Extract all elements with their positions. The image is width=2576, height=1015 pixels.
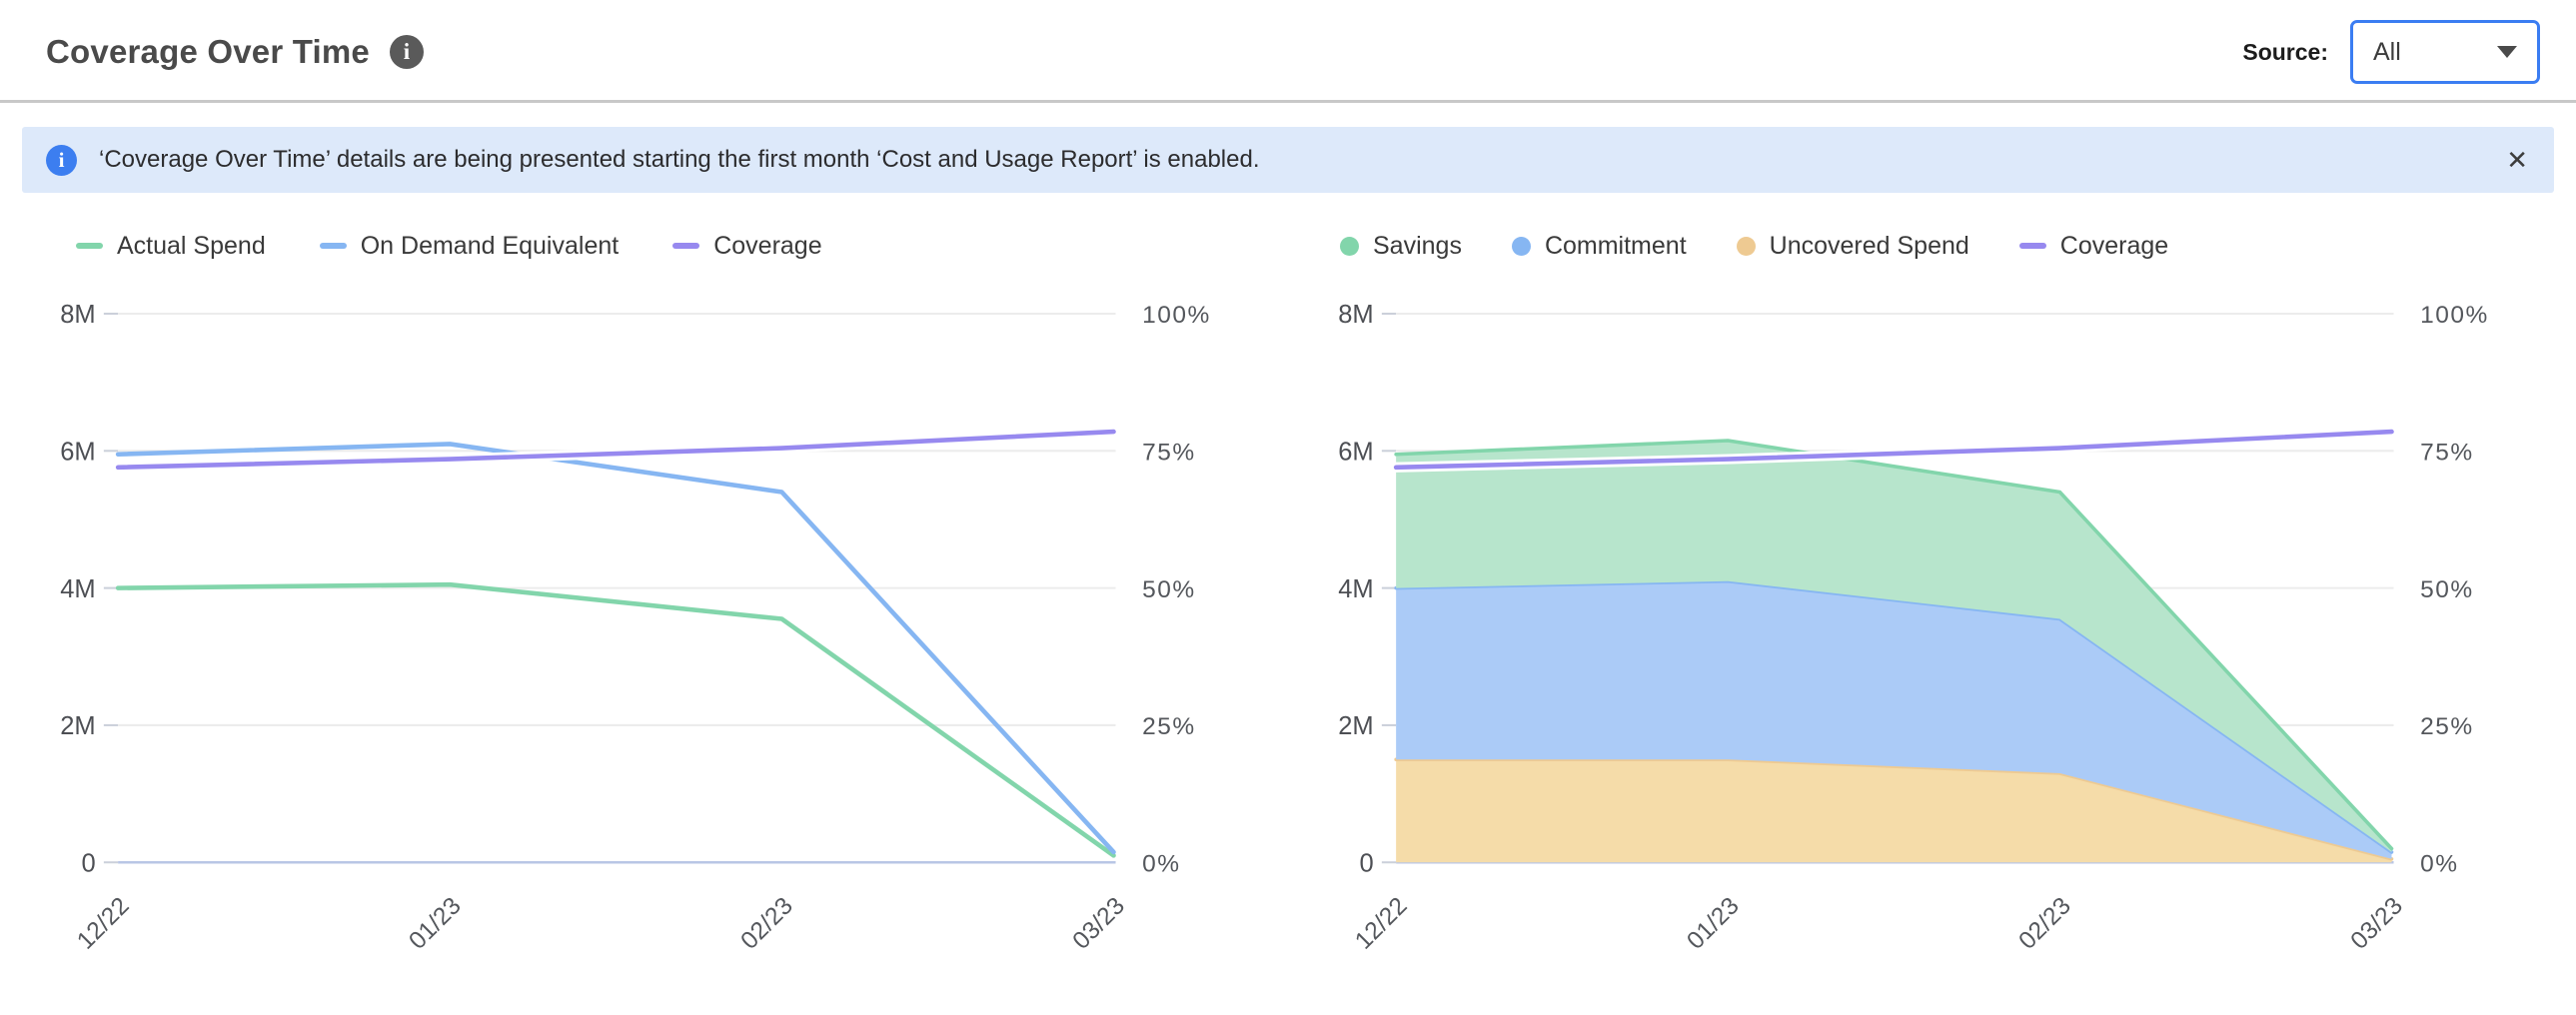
legend-item-coverage[interactable]: Coverage — [672, 232, 821, 261]
svg-text:0: 0 — [1359, 849, 1373, 877]
svg-text:0%: 0% — [2420, 850, 2458, 877]
coverage-stack-legend: Savings Commitment Uncovered Spend Coverage — [1292, 227, 2562, 265]
info-icon[interactable]: i — [390, 35, 424, 69]
svg-text:75%: 75% — [1142, 439, 1196, 466]
legend-label: Commitment — [1545, 232, 1687, 261]
page-header: Coverage Over Time i Source: All — [0, 0, 2576, 100]
legend-item-coverage[interactable]: Coverage — [2019, 232, 2168, 261]
spend-lines-chart-panel: Actual Spend On Demand Equivalent Coverage… — [14, 227, 1284, 991]
coverage-stack-chart: 8M 100% 6M 75% 4M 50% 2M 25% 0 0% 12/22 01/23 02/23 0… — [1292, 265, 2562, 991]
legend-label: Coverage — [713, 232, 821, 261]
legend-item-uncovered-spend[interactable]: Uncovered Spend — [1737, 232, 1969, 261]
legend-label: Uncovered Spend — [1770, 232, 1969, 261]
svg-text:02/23: 02/23 — [735, 892, 797, 954]
series-actual-spend-line — [118, 584, 1113, 855]
legend-label: Actual Spend — [117, 232, 266, 261]
legend-dash-icon — [672, 243, 699, 249]
page-title: Coverage Over Time — [46, 33, 370, 71]
spend-lines-legend: Actual Spend On Demand Equivalent Coverage — [14, 227, 1284, 265]
svg-text:100%: 100% — [1142, 302, 1211, 329]
svg-text:01/23: 01/23 — [1682, 892, 1744, 954]
legend-item-savings[interactable]: Savings — [1340, 232, 1462, 261]
legend-item-commitment[interactable]: Commitment — [1512, 232, 1687, 261]
close-icon[interactable]: ✕ — [2506, 147, 2528, 173]
source-dropdown[interactable]: All — [2350, 20, 2540, 84]
svg-text:12/22: 12/22 — [72, 892, 134, 954]
info-banner: i ‘Coverage Over Time’ details are being… — [22, 127, 2554, 193]
svg-text:50%: 50% — [1142, 576, 1196, 603]
svg-text:75%: 75% — [2420, 439, 2474, 466]
svg-text:8M: 8M — [1338, 301, 1373, 329]
chevron-down-icon — [2497, 46, 2517, 58]
source-filter: Source: All — [2242, 20, 2540, 84]
legend-dash-icon — [2019, 243, 2046, 249]
svg-text:12/22: 12/22 — [1350, 892, 1412, 954]
legend-item-on-demand-equivalent[interactable]: On Demand Equivalent — [320, 232, 619, 261]
info-banner-text: ‘Coverage Over Time’ details are being p… — [99, 146, 1260, 174]
legend-dash-icon — [76, 243, 103, 249]
svg-text:0%: 0% — [1142, 850, 1180, 877]
svg-text:4M: 4M — [1338, 575, 1373, 603]
legend-item-actual-spend[interactable]: Actual Spend — [76, 232, 266, 261]
svg-text:8M: 8M — [60, 301, 95, 329]
legend-circle-icon — [1340, 237, 1359, 256]
source-label: Source: — [2242, 39, 2328, 66]
svg-text:2M: 2M — [1338, 712, 1373, 740]
legend-label: Coverage — [2060, 232, 2168, 261]
svg-text:100%: 100% — [2420, 302, 2489, 329]
svg-text:0: 0 — [81, 849, 95, 877]
svg-text:03/23: 03/23 — [1068, 892, 1130, 954]
charts-row: Actual Spend On Demand Equivalent Coverage… — [0, 227, 2576, 991]
svg-text:50%: 50% — [2420, 576, 2474, 603]
legend-circle-icon — [1737, 237, 1756, 256]
source-dropdown-value: All — [2373, 38, 2401, 67]
svg-text:6M: 6M — [60, 438, 95, 466]
legend-label: On Demand Equivalent — [361, 232, 619, 261]
svg-text:25%: 25% — [1142, 713, 1196, 740]
legend-circle-icon — [1512, 237, 1531, 256]
svg-text:03/23: 03/23 — [2346, 892, 2408, 954]
info-icon: i — [46, 145, 77, 176]
svg-text:25%: 25% — [2420, 713, 2474, 740]
legend-label: Savings — [1373, 232, 1462, 261]
svg-text:02/23: 02/23 — [2013, 892, 2075, 954]
coverage-stack-chart-panel: Savings Commitment Uncovered Spend Coverage… — [1292, 227, 2562, 991]
svg-text:6M: 6M — [1338, 438, 1373, 466]
svg-text:01/23: 01/23 — [404, 892, 466, 954]
svg-text:2M: 2M — [60, 712, 95, 740]
header-divider — [0, 100, 2576, 103]
legend-dash-icon — [320, 243, 347, 249]
series-on-demand-equivalent-line — [118, 444, 1113, 851]
spend-lines-chart: 8M 100% 6M 75% 4M 50% 2M 25% 0 0% 12/22 01/23 02/23 0… — [14, 265, 1284, 991]
svg-text:4M: 4M — [60, 575, 95, 603]
